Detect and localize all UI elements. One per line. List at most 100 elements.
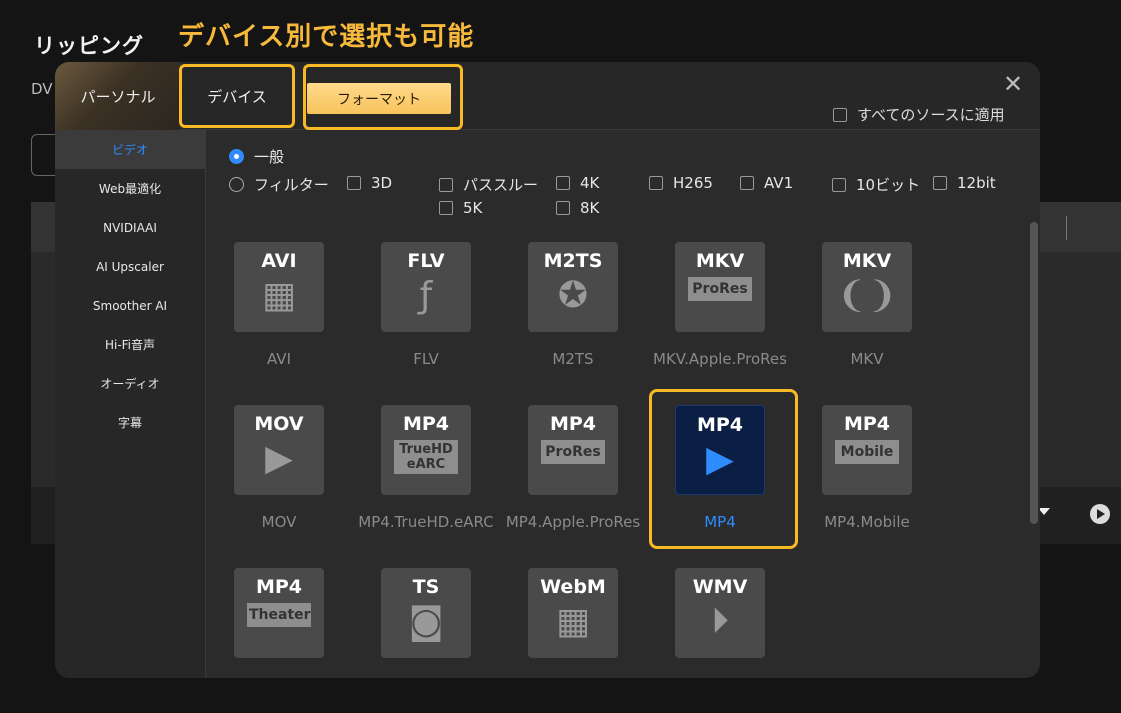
format-tile[interactable]: M2TS ✪ bbox=[528, 242, 618, 332]
format-subtype: ProRes bbox=[688, 277, 752, 301]
check-3d[interactable]: 3D bbox=[347, 174, 392, 192]
format-tile-name: MKV bbox=[842, 250, 892, 272]
format-tile[interactable]: AVI ▦ bbox=[234, 242, 324, 332]
tab-device[interactable]: デバイス bbox=[179, 64, 295, 128]
film-strip-icon: ▦ bbox=[555, 601, 590, 642]
radio-filter[interactable]: フィルター bbox=[229, 174, 329, 195]
format-mp4-mobile[interactable]: MP4 Mobile MP4.Mobile bbox=[794, 405, 940, 531]
check-av1[interactable]: AV1 bbox=[740, 174, 793, 192]
format-tile[interactable]: WebM ▦ bbox=[528, 568, 618, 658]
checkbox[interactable] bbox=[439, 177, 453, 192]
play-icon bbox=[1090, 504, 1110, 524]
sidebar-item-audio[interactable]: オーディオ bbox=[55, 364, 205, 403]
format-subtype-line1: TrueHD bbox=[399, 442, 453, 457]
check-h265[interactable]: H265 bbox=[649, 174, 713, 192]
format-mp4-theater[interactable]: MP4 Theater bbox=[206, 568, 352, 658]
format-tile[interactable]: MP4 ProRes bbox=[528, 405, 618, 495]
checkbox[interactable] bbox=[556, 176, 570, 190]
format-tile[interactable]: MP4 Mobile bbox=[822, 405, 912, 495]
format-wmv[interactable]: WMV ⏵ bbox=[647, 568, 793, 658]
checkbox[interactable] bbox=[832, 177, 846, 192]
category-sidebar: ビデオ Web最適化 NVIDIAAI AI Upscaler Smoother… bbox=[55, 130, 206, 678]
app-title: リッピング bbox=[34, 33, 144, 58]
check-label: パススルー bbox=[463, 176, 539, 194]
play-circle-icon: ⏵ bbox=[711, 601, 729, 642]
format-tile[interactable]: WMV ⏵ bbox=[675, 568, 765, 658]
format-tile-name: MP4 bbox=[843, 413, 891, 435]
apply-all-label: すべてのソースに適用 bbox=[857, 106, 1005, 124]
format-label: AVI bbox=[267, 350, 291, 368]
format-tile[interactable]: FLV ƒ bbox=[381, 242, 471, 332]
check-4k[interactable]: 4K bbox=[556, 174, 599, 192]
format-mp4-truehd-earc[interactable]: MP4 TrueHD eARC MP4.TrueHD.eARC bbox=[353, 405, 499, 531]
format-tile-name: TS bbox=[412, 576, 440, 598]
annotation-caption: デバイス別で選択も可能 bbox=[178, 22, 475, 52]
close-icon[interactable]: ✕ bbox=[1003, 70, 1023, 98]
checkbox[interactable] bbox=[556, 201, 570, 215]
film-reel-icon: ✪ bbox=[557, 275, 589, 316]
format-tile-name: MP4 bbox=[549, 413, 597, 435]
format-label: MKV.Apple.ProRes bbox=[653, 350, 787, 368]
check-passthrough[interactable]: パススルー bbox=[439, 174, 538, 195]
sidebar-item-hifi-audio[interactable]: Hi-Fi音声 bbox=[55, 325, 205, 364]
checkbox[interactable] bbox=[740, 176, 754, 190]
clapper-play-icon: ▶ bbox=[265, 438, 293, 479]
format-tile[interactable]: MP4 TrueHD eARC bbox=[381, 405, 471, 495]
tab-format[interactable]: フォーマット bbox=[307, 83, 451, 114]
format-tile[interactable]: MP4 Theater bbox=[234, 568, 324, 658]
format-mov[interactable]: MOV ▶ MOV bbox=[206, 405, 352, 531]
radio-general[interactable]: 一般 bbox=[229, 146, 284, 167]
format-tile-name: MOV bbox=[254, 413, 304, 435]
format-avi[interactable]: AVI ▦ AVI bbox=[206, 242, 352, 368]
format-tile[interactable]: MKV ❨❩ bbox=[822, 242, 912, 332]
format-ts[interactable]: TS ◙ bbox=[353, 568, 499, 658]
sidebar-item-web[interactable]: Web最適化 bbox=[55, 169, 205, 208]
format-label: MP4.Apple.ProRes bbox=[505, 513, 641, 531]
check-8k[interactable]: 8K bbox=[556, 199, 599, 217]
sidebar-item-video[interactable]: ビデオ bbox=[55, 130, 205, 169]
sidebar-item-nvidia-ai[interactable]: NVIDIAAI bbox=[55, 208, 205, 247]
format-subtype: Theater bbox=[247, 603, 311, 627]
check-label: 8K bbox=[580, 199, 600, 217]
check-12bit[interactable]: 12bit bbox=[933, 174, 996, 192]
check-label: 10ビット bbox=[856, 176, 921, 194]
format-tile[interactable]: MKV ProRes bbox=[675, 242, 765, 332]
check-label: 4K bbox=[580, 174, 600, 192]
check-label: H265 bbox=[673, 174, 713, 192]
radio-general-label: 一般 bbox=[254, 148, 285, 166]
format-tile[interactable]: TS ◙ bbox=[381, 568, 471, 658]
check-10bit[interactable]: 10ビット bbox=[832, 174, 920, 195]
radio-filter-dot[interactable] bbox=[229, 177, 244, 192]
format-label: M2TS bbox=[552, 350, 594, 368]
radio-general-dot[interactable] bbox=[229, 149, 244, 164]
format-label: MP4.TrueHD.eARC bbox=[358, 513, 494, 531]
format-tile-name: M2TS bbox=[543, 250, 603, 272]
format-tile-name: WebM bbox=[540, 576, 606, 598]
format-mkv[interactable]: MKV ❨❩ MKV bbox=[794, 242, 940, 368]
format-tile[interactable]: MOV ▶ bbox=[234, 405, 324, 495]
radio-filter-label: フィルター bbox=[254, 176, 329, 194]
format-mp4-apple-prores[interactable]: MP4 ProRes MP4.Apple.ProRes bbox=[500, 405, 646, 531]
format-flv[interactable]: FLV ƒ FLV bbox=[353, 242, 499, 368]
check-5k[interactable]: 5K bbox=[439, 199, 482, 217]
format-tile-name: WMV bbox=[692, 576, 748, 598]
sidebar-item-ai-upscaler[interactable]: AI Upscaler bbox=[55, 247, 205, 286]
tab-personal[interactable]: パーソナル bbox=[55, 62, 181, 130]
selected-format-highlight bbox=[649, 389, 798, 549]
checkbox[interactable] bbox=[649, 176, 663, 190]
apply-all-toggle[interactable]: すべてのソースに適用 bbox=[833, 104, 1005, 125]
checkbox[interactable] bbox=[933, 176, 947, 190]
sidebar-item-smoother-ai[interactable]: Smoother AI bbox=[55, 286, 205, 325]
format-m2ts[interactable]: M2TS ✪ M2TS bbox=[500, 242, 646, 368]
checkbox[interactable] bbox=[347, 176, 361, 190]
format-label: MOV bbox=[261, 513, 297, 531]
format-label: FLV bbox=[413, 350, 439, 368]
grid-scrollbar[interactable] bbox=[1030, 222, 1038, 524]
checkbox[interactable] bbox=[439, 201, 453, 215]
format-tile-name: MP4 bbox=[255, 576, 303, 598]
apply-all-checkbox[interactable] bbox=[833, 107, 847, 122]
format-tile-name: FLV bbox=[407, 250, 445, 272]
format-mkv-apple-prores[interactable]: MKV ProRes MKV.Apple.ProRes bbox=[647, 242, 793, 368]
sidebar-item-subtitles[interactable]: 字幕 bbox=[55, 403, 205, 442]
format-webm[interactable]: WebM ▦ bbox=[500, 568, 646, 658]
